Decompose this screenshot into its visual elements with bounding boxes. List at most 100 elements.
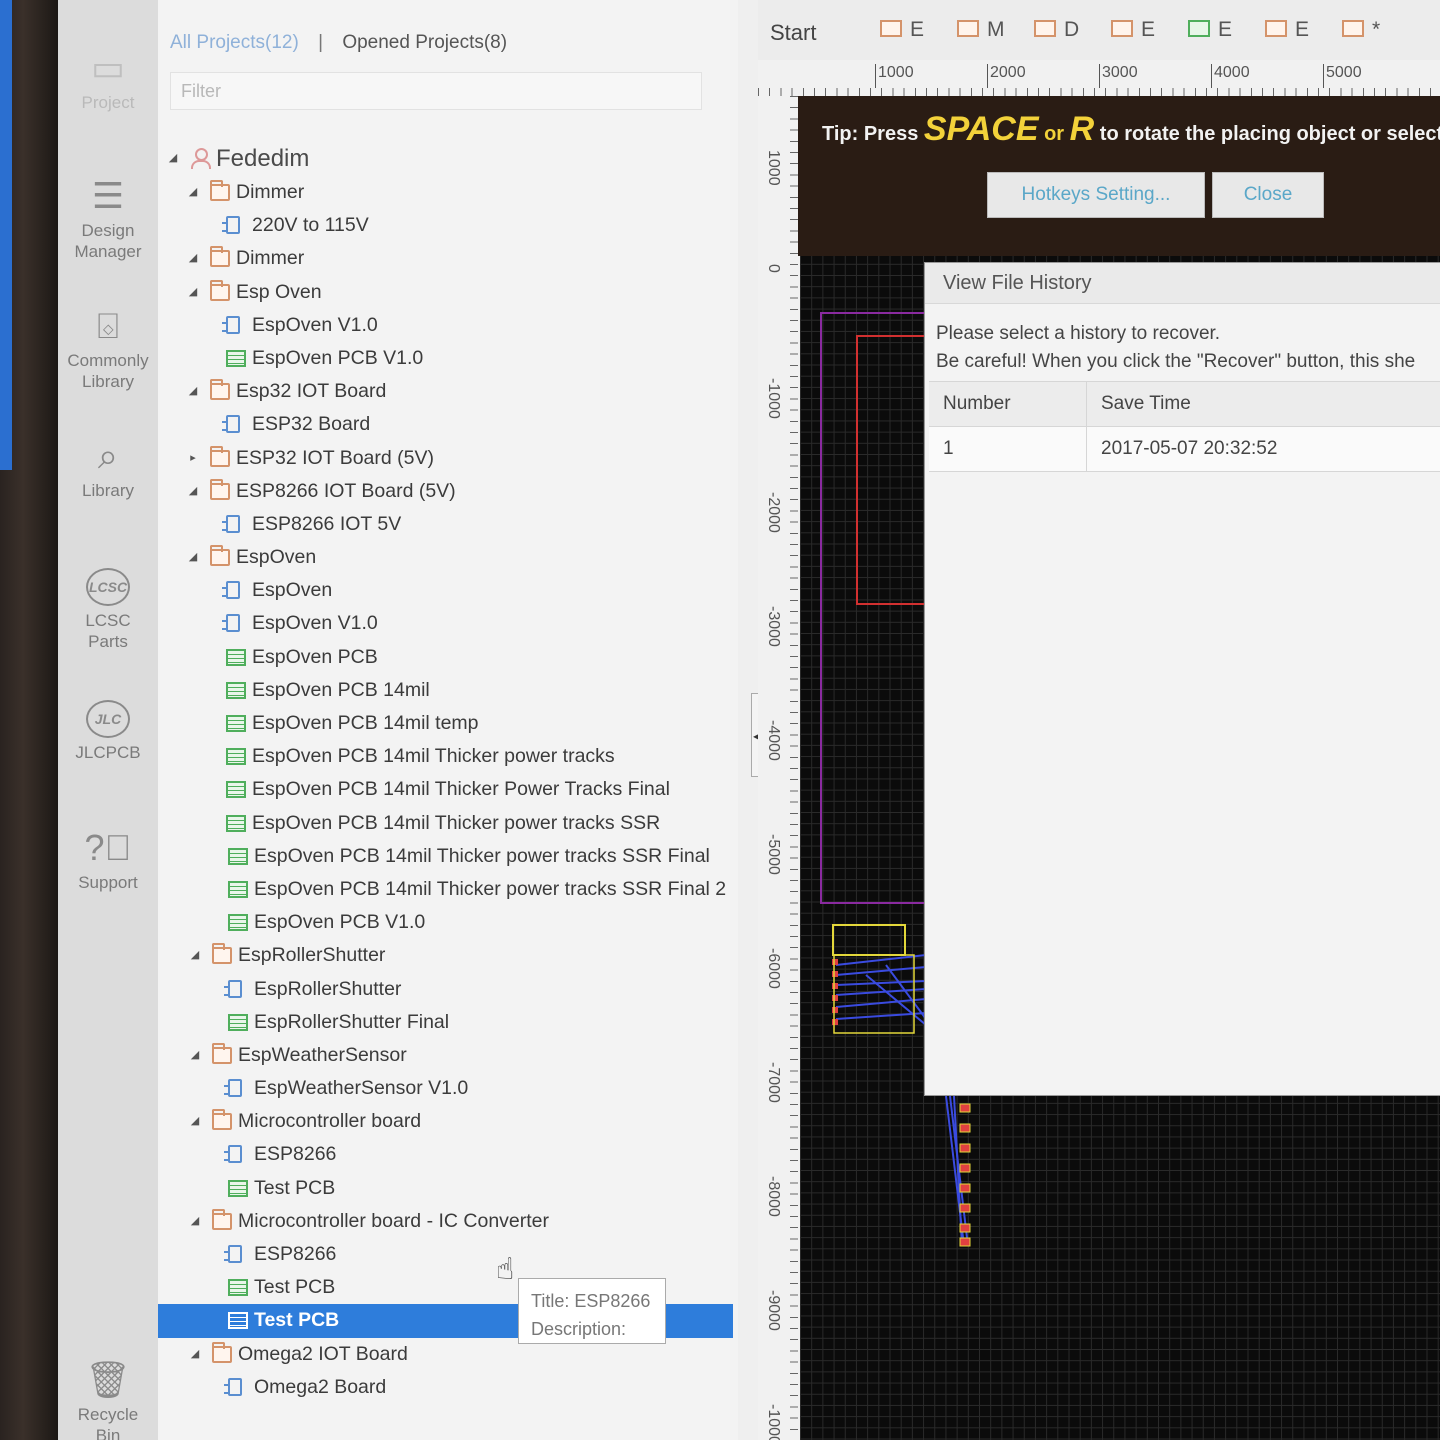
rail-support[interactable]: ?⃝ Support [58,828,158,893]
rail-recycle-bin[interactable]: 🗑︎ Recycle Bin [58,1360,158,1440]
tree-folder[interactable]: ◢ Microcontroller board [158,1105,733,1138]
list-item[interactable]: EspOven PCB 14mil Thicker power tracks S… [158,873,733,906]
tab-all-projects[interactable]: All Projects(12) [170,32,299,53]
tree-folder[interactable]: ▸ ESP32 IOT Board (5V) [158,442,733,475]
document-tab[interactable]: * [1342,18,1380,42]
document-tab[interactable]: E [880,18,924,42]
document-tab[interactable]: M [957,18,1005,42]
list-item[interactable]: EspOven PCB 14mil Thicker Power Tracks F… [158,773,733,806]
document-tab[interactable]: E [1188,18,1232,42]
schematic-doc-icon [224,1079,242,1098]
pcb-connector-strip [945,1096,971,1247]
schematic-doc-icon [1111,20,1133,37]
tree-folder[interactable]: ◢ EspOven [158,541,733,574]
expand-arrow-icon[interactable]: ◢ [188,939,202,972]
document-tab-label: M [987,18,1005,41]
expand-arrow-icon[interactable]: ◢ [186,276,200,309]
column-header-number[interactable]: Number [929,381,1087,427]
folder-icon [212,1208,232,1230]
editor-tabbar: Start E M D E E E * [758,0,1440,61]
history-save-time-cell: 2017-05-07 20:32:52 [1086,426,1440,472]
expand-arrow-icon[interactable]: ◢ [188,1205,202,1238]
tab-start[interactable]: Start [770,20,816,46]
list-item[interactable]: EspOven V1.0 [158,607,733,640]
document-tab-label: D [1064,18,1080,41]
left-icon-rail: ▭ Project ☰ Design Manager ⌺ Commonly Li… [58,0,158,1440]
tree-item-label: Dimmer [236,181,305,203]
tree-item-label: ESP8266 [254,1143,337,1166]
filter-box [170,72,702,110]
rail-label: Design Manager [74,221,142,261]
tree-item-label: Esp32 IOT Board [236,380,387,403]
rail-project[interactable]: ▭ Project [58,48,158,113]
rail-library[interactable]: ⌕ Library [58,436,158,501]
list-item[interactable]: EspOven [158,574,733,607]
tree-folder[interactable]: ◢ Dimmer [158,176,733,209]
tree-folder[interactable]: ◢ EspWeatherSensor [158,1039,733,1072]
column-header-save-time[interactable]: Save Time [1086,381,1440,427]
tree-folder[interactable]: ◢ Dimmer [158,242,733,275]
expand-arrow-icon[interactable]: ◢ [188,1039,202,1072]
tree-folder[interactable]: ◢ Esp32 IOT Board [158,375,733,408]
rail-design-manager[interactable]: ☰ Design Manager [58,176,158,262]
list-item[interactable]: EspOven PCB 14mil Thicker power tracks S… [158,840,733,873]
schematic-doc-icon [224,1377,242,1396]
document-tab[interactable]: D [1034,18,1079,42]
list-item[interactable]: EspOven PCB 14mil Thicker power tracks S… [158,807,733,840]
list-item[interactable]: EspWeatherSensor V1.0 [158,1072,733,1105]
list-item[interactable]: EspRollerShutter [158,973,733,1006]
tree-folder[interactable]: ◢ EspRollerShutter [158,939,733,972]
expand-arrow-icon[interactable]: ◢ [188,1105,202,1138]
document-tab[interactable]: E [1111,18,1155,42]
list-item[interactable]: EspOven PCB V1.0 [158,906,733,939]
item-tooltip: Title: ESP8266 Description: [518,1278,666,1344]
expand-arrow-icon[interactable]: ◢ [188,1338,202,1371]
ruler-tick-label: -7000 [765,1062,782,1103]
rail-commonly-library[interactable]: ⌺ Commonly Library [58,306,158,392]
filter-input[interactable] [171,73,691,109]
ruler-tick-label: -4000 [765,720,782,761]
list-item[interactable]: ESP8266 [158,1238,733,1271]
schematic-doc-icon [222,514,240,533]
tree-user[interactable]: ◢ Fededim [158,142,733,176]
tree-folder[interactable]: ◢ Esp Oven [158,276,733,309]
expand-arrow-icon[interactable]: ◢ [186,375,200,408]
list-item[interactable]: ESP8266 [158,1138,733,1171]
expand-arrow-icon[interactable]: ◢ [186,176,200,209]
rail-jlcpcb[interactable]: JLC JLCPCB [58,700,158,763]
folder-icon [210,246,230,268]
list-item[interactable]: EspOven PCB 14mil temp [158,707,733,740]
tab-opened-projects[interactable]: Opened Projects(8) [342,32,507,53]
tree-folder[interactable]: ◢ ESP8266 IOT Board (5V) [158,475,733,508]
document-tab[interactable]: E [1265,18,1309,42]
tree-folder[interactable]: ◢ Microcontroller board - IC Converter [158,1205,733,1238]
list-item[interactable]: EspOven PCB 14mil Thicker power tracks [158,740,733,773]
rail-lcsc-parts[interactable]: LCSC LCSC Parts [58,568,158,652]
list-item[interactable]: EspOven V1.0 [158,309,733,342]
list-item[interactable]: ESP32 Board [158,408,733,441]
expand-arrow-icon[interactable]: ◢ [186,475,200,508]
ruler-tick-label: 5000 [1323,64,1362,88]
list-item[interactable]: ESP8266 IOT 5V [158,508,733,541]
list-item[interactable]: Omega2 Board [158,1371,733,1404]
hotkeys-setting-button[interactable]: Hotkeys Setting... [987,172,1205,218]
tree-item-label: EspOven PCB 14mil [252,678,430,701]
list-item[interactable]: Test PCB [158,1172,733,1205]
list-item[interactable]: EspOven PCB 14mil [158,674,733,707]
table-row[interactable]: 1 2017-05-07 20:32:52 [929,426,1440,472]
expand-arrow-icon[interactable]: ◢ [166,142,180,175]
schematic-doc-icon [224,1145,242,1164]
expand-arrow-icon[interactable]: ◢ [186,541,200,574]
list-item[interactable]: EspOven PCB V1.0 [158,342,733,375]
expand-arrow-icon[interactable]: ◢ [186,242,200,275]
list-item[interactable]: EspOven PCB [158,641,733,674]
document-tab-label: E [1295,18,1310,41]
monitor-bezel [0,0,58,1440]
rail-label: Support [78,873,138,892]
expand-arrow-icon[interactable]: ▸ [186,442,200,475]
list-item[interactable]: EspRollerShutter Final [158,1006,733,1039]
dialog-title: View File History [925,263,1440,304]
list-item[interactable]: 220V to 115V [158,209,733,242]
close-tip-button[interactable]: Close [1212,172,1324,218]
ruler-tick-label: 3000 [1099,64,1138,88]
